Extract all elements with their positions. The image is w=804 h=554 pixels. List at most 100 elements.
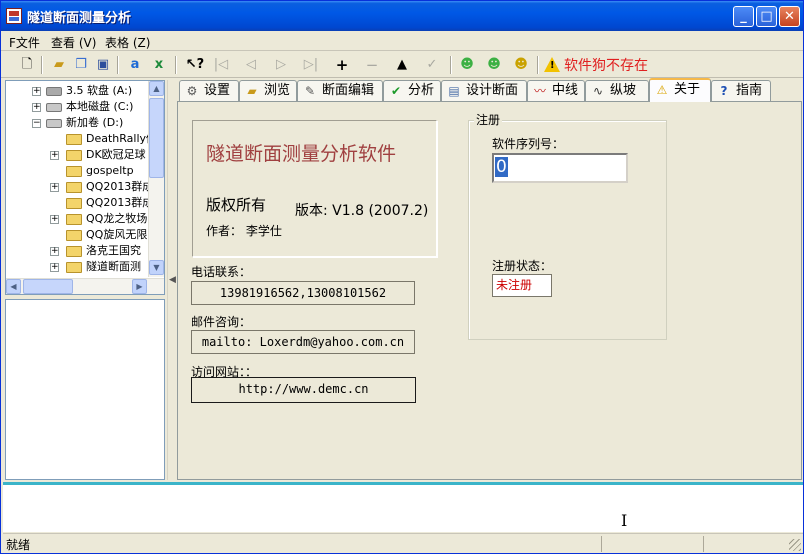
folder-icon <box>66 214 82 225</box>
tab-longitudinal-slope[interactable]: ∿ 纵坡 <box>585 80 649 101</box>
tree-horizontal-scrollbar[interactable]: ◀ ▶ <box>6 278 164 294</box>
tab-label: 设计断面 <box>466 83 519 98</box>
expand-icon[interactable]: + <box>50 151 59 160</box>
collapse-arrow-icon[interactable]: ◀ <box>169 275 176 285</box>
status-panel-divider <box>703 536 704 552</box>
expand-icon[interactable]: + <box>32 87 41 96</box>
folder-icon <box>66 198 82 209</box>
folder-icon <box>66 262 82 273</box>
tab-design-section[interactable]: ▤ 设计断面 <box>441 80 527 101</box>
status-panel-divider <box>601 536 602 552</box>
next-record-icon[interactable]: ▷ <box>271 55 291 75</box>
tab-section-edit[interactable]: ✎ 断面编辑 <box>297 80 383 101</box>
tab-label: 断面编辑 <box>322 83 375 98</box>
maximize-button[interactable]: □ <box>756 6 777 27</box>
tree-item-label: 本地磁盘 (C:) <box>66 100 134 113</box>
word-icon[interactable]: a <box>125 55 145 75</box>
version-text: 版本: V1.8 (2007.2) <box>295 203 429 219</box>
registration-status-value: 未注册 <box>492 274 552 297</box>
registration-title: 注册 <box>474 111 503 128</box>
tree-item-label: QQ2013群成 <box>86 196 154 209</box>
app-window: 隧道断面测量分析 _ □ ✕ F文件 查看 (V) 表格 (Z) 🗋 ▰ ❐ ▣… <box>0 0 804 554</box>
folder-tree[interactable]: + 3.5 软盘 (A:) + 本地磁盘 (C:) − 新加卷 (D:) Dea… <box>5 80 165 295</box>
scroll-thumb[interactable] <box>149 98 164 178</box>
email-field[interactable]: mailto: Loxerdm@yahoo.com.cn <box>191 330 415 354</box>
expand-icon[interactable]: + <box>32 103 41 112</box>
tab-centerline[interactable]: 〰 中线 <box>527 80 585 101</box>
tab-label: 关于 <box>674 82 701 97</box>
tab-label: 中线 <box>552 83 579 98</box>
context-help-icon[interactable]: ↖? <box>185 55 205 75</box>
scroll-up-icon[interactable]: ▲ <box>149 81 164 96</box>
collapse-icon[interactable]: − <box>32 119 41 128</box>
green-face-icon-2[interactable]: ☻ <box>484 55 504 75</box>
app-name: 隧道断面测量分析软件 <box>206 143 397 165</box>
phone-label: 电话联系： <box>191 265 252 279</box>
website-field[interactable]: http://www.demc.cn <box>191 377 416 403</box>
tab-guide[interactable]: ? 指南 <box>711 80 771 101</box>
pane-splitter[interactable]: ◀ <box>167 80 176 480</box>
open-folder-icon[interactable]: ▰ <box>49 55 69 75</box>
tree-item-label: 3.5 软盘 (A:) <box>66 84 133 97</box>
toolbar-separator <box>450 56 452 74</box>
edit-record-icon[interactable]: ▲ <box>392 55 412 75</box>
tree-item-label: 洛克王国究 <box>86 244 141 257</box>
add-record-icon[interactable]: + <box>332 55 352 75</box>
dongle-warning-text: 软件狗不存在 <box>564 58 648 74</box>
window-title: 隧道断面测量分析 <box>27 11 132 26</box>
scroll-right-icon[interactable]: ▶ <box>132 279 147 294</box>
yellow-face-icon[interactable]: ☻ <box>511 55 531 75</box>
prev-record-icon[interactable]: ◁ <box>241 55 261 75</box>
tab-browse[interactable]: ▰ 浏览 <box>239 80 297 101</box>
menu-view[interactable]: 查看 (V) <box>51 34 96 51</box>
serial-number-input[interactable]: 0 <box>492 153 628 183</box>
scroll-left-icon[interactable]: ◀ <box>6 279 21 294</box>
expand-icon[interactable]: + <box>50 215 59 224</box>
expand-icon[interactable]: + <box>50 247 59 256</box>
first-record-icon[interactable]: |◁ <box>211 55 231 75</box>
app-icon <box>6 8 22 24</box>
serial-label: 软件序列号： <box>492 137 565 151</box>
author-text: 作者： 李学仕 <box>206 224 282 238</box>
tab-label: 分析 <box>408 83 435 98</box>
close-button[interactable]: ✕ <box>779 6 800 27</box>
new-file-icon[interactable]: 🗋 <box>17 55 37 75</box>
tree-item-label: QQ2013群成 <box>86 180 154 193</box>
serial-number-value: 0 <box>495 157 508 177</box>
expand-icon[interactable]: + <box>50 183 59 192</box>
file-list[interactable] <box>5 299 165 480</box>
delete-record-icon[interactable]: − <box>362 55 382 75</box>
folder-icon <box>66 134 82 145</box>
tree-item-label: gospeltp <box>86 164 134 177</box>
tab-about[interactable]: ⚠ 关于 <box>649 78 711 102</box>
last-record-icon[interactable]: ▷| <box>301 55 321 75</box>
tab-analysis[interactable]: ✔ 分析 <box>383 80 441 101</box>
post-record-icon[interactable]: ✓ <box>422 55 442 75</box>
folder-icon <box>66 182 82 193</box>
menu-table[interactable]: 表格 (Z) <box>105 34 150 51</box>
copy-icon[interactable]: ❐ <box>71 55 91 75</box>
scroll-down-icon[interactable]: ▼ <box>149 260 164 275</box>
edit-icon: ✎ <box>304 84 316 98</box>
settings-icon: ⚙ <box>186 84 198 98</box>
email-label: 邮件咨询： <box>191 315 252 329</box>
toolbar-separator <box>117 56 119 74</box>
excel-icon[interactable]: x <box>149 55 169 75</box>
minimize-button[interactable]: _ <box>733 6 754 27</box>
tree-item-label: QQ旋风无限 <box>86 228 148 241</box>
expand-icon[interactable]: + <box>50 263 59 272</box>
floppy-icon <box>46 87 62 96</box>
drive-icon <box>46 119 62 128</box>
menu-file[interactable]: F文件 <box>9 34 40 51</box>
tree-item-label: 隧道断面测 <box>86 260 141 273</box>
output-area[interactable] <box>3 482 803 532</box>
tab-settings[interactable]: ⚙ 设置 <box>179 80 239 101</box>
slope-icon: ∿ <box>592 84 604 98</box>
save-icon[interactable]: ▣ <box>93 55 113 75</box>
title-bar[interactable]: 隧道断面测量分析 _ □ ✕ <box>1 1 803 31</box>
help-icon: ? <box>720 84 728 98</box>
green-face-icon[interactable]: ☻ <box>457 55 477 75</box>
tree-vertical-scrollbar[interactable]: ▲ ▼ <box>148 81 164 277</box>
resize-grip-icon[interactable] <box>789 539 801 551</box>
scroll-thumb[interactable] <box>23 279 73 294</box>
